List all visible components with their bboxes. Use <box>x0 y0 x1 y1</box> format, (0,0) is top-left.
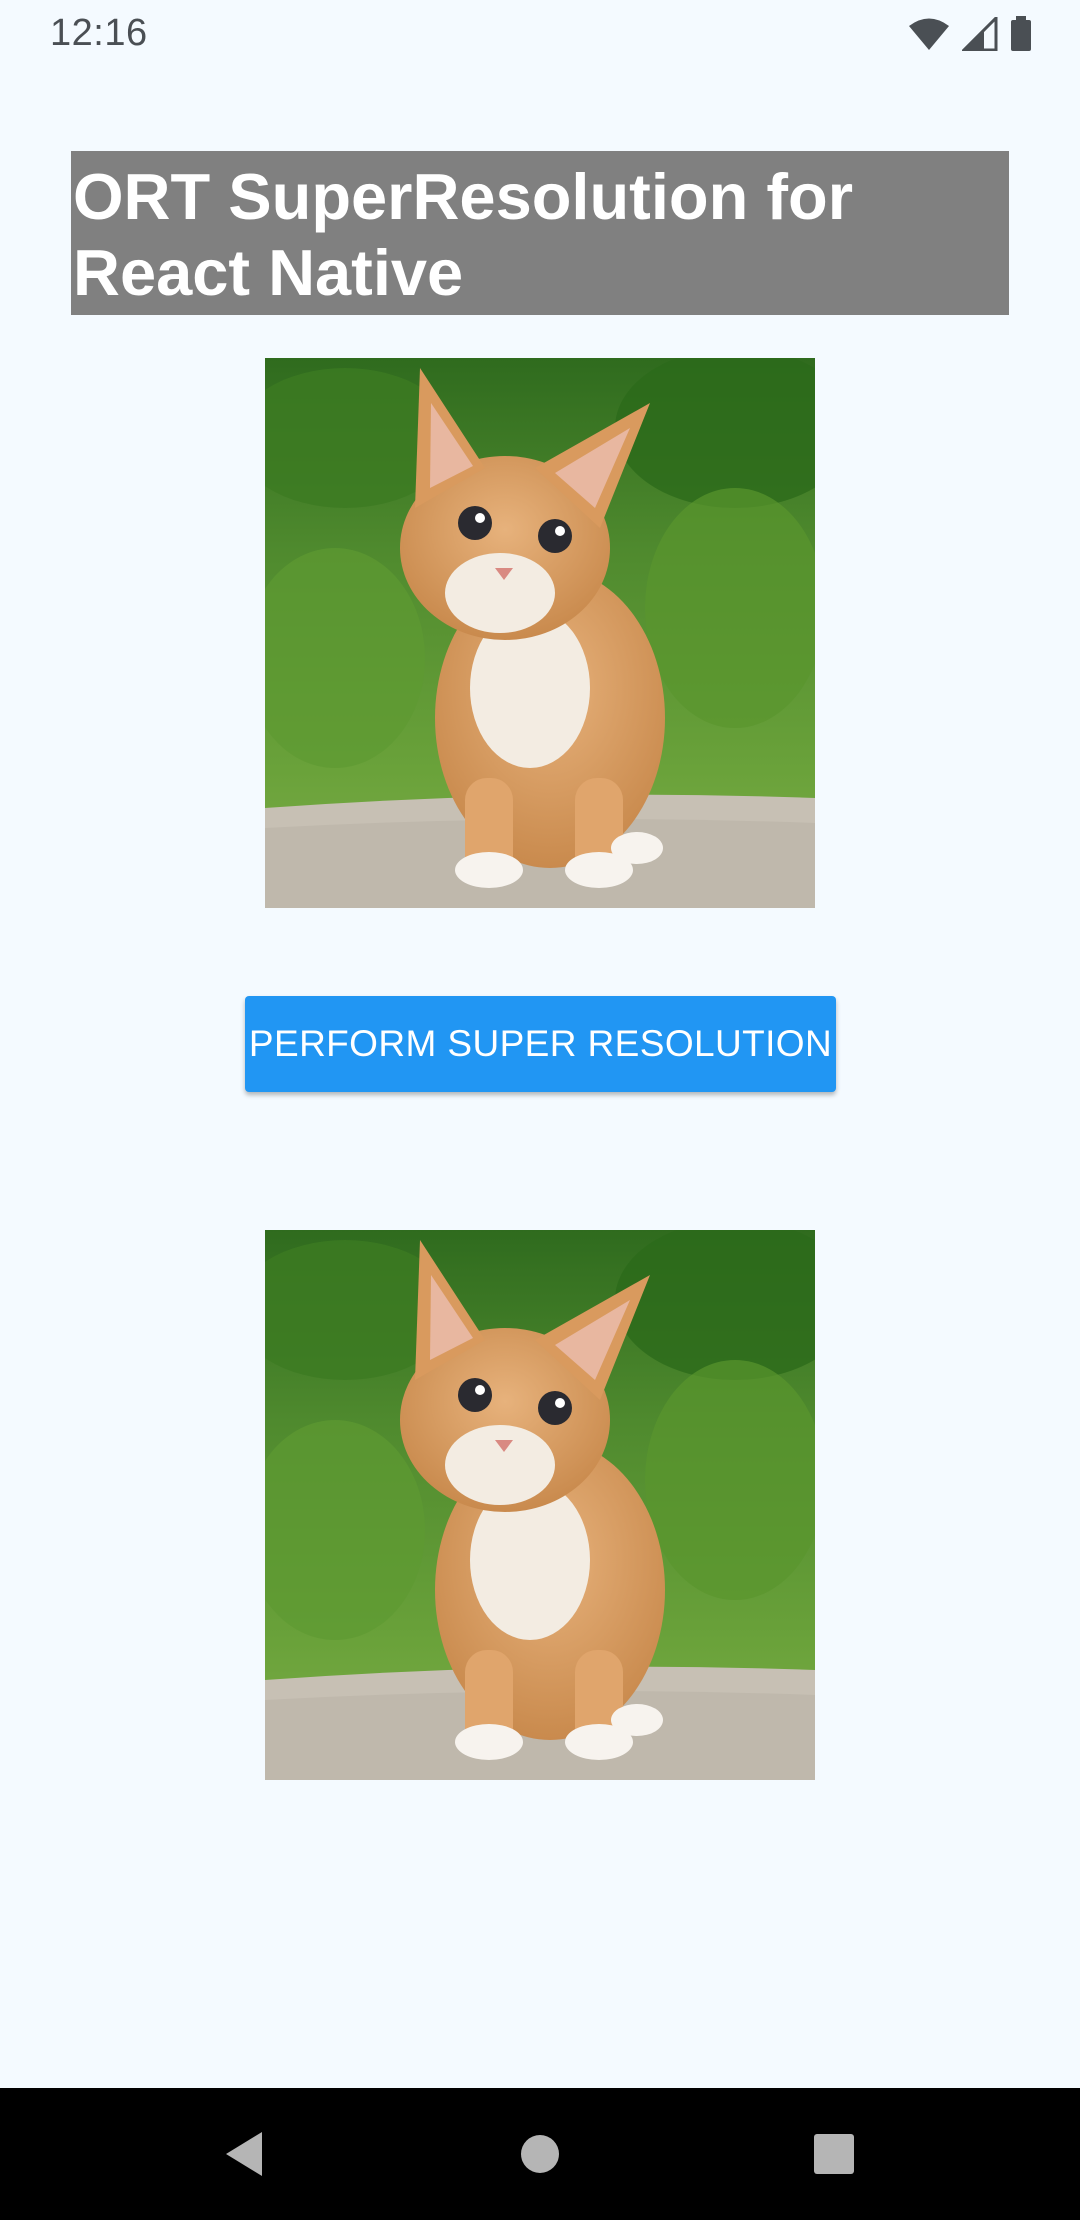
status-bar: 12:16 <box>0 0 1080 66</box>
output-image <box>265 1230 815 1780</box>
back-icon[interactable] <box>214 2124 274 2184</box>
title-banner: ORT SuperResolution for React Native <box>71 151 1009 315</box>
home-icon[interactable] <box>510 2124 570 2184</box>
navigation-bar <box>0 2088 1080 2220</box>
recents-icon[interactable] <box>804 2124 864 2184</box>
cellular-signal-icon <box>962 17 998 51</box>
perform-super-resolution-button[interactable]: PERFORM SUPER RESOLUTION <box>245 996 836 1092</box>
battery-icon <box>1010 16 1032 52</box>
status-time: 12:16 <box>50 12 148 54</box>
wifi-icon <box>908 17 950 51</box>
page-title: ORT SuperResolution for React Native <box>73 160 853 309</box>
input-image <box>265 358 815 908</box>
status-icons <box>908 14 1032 54</box>
